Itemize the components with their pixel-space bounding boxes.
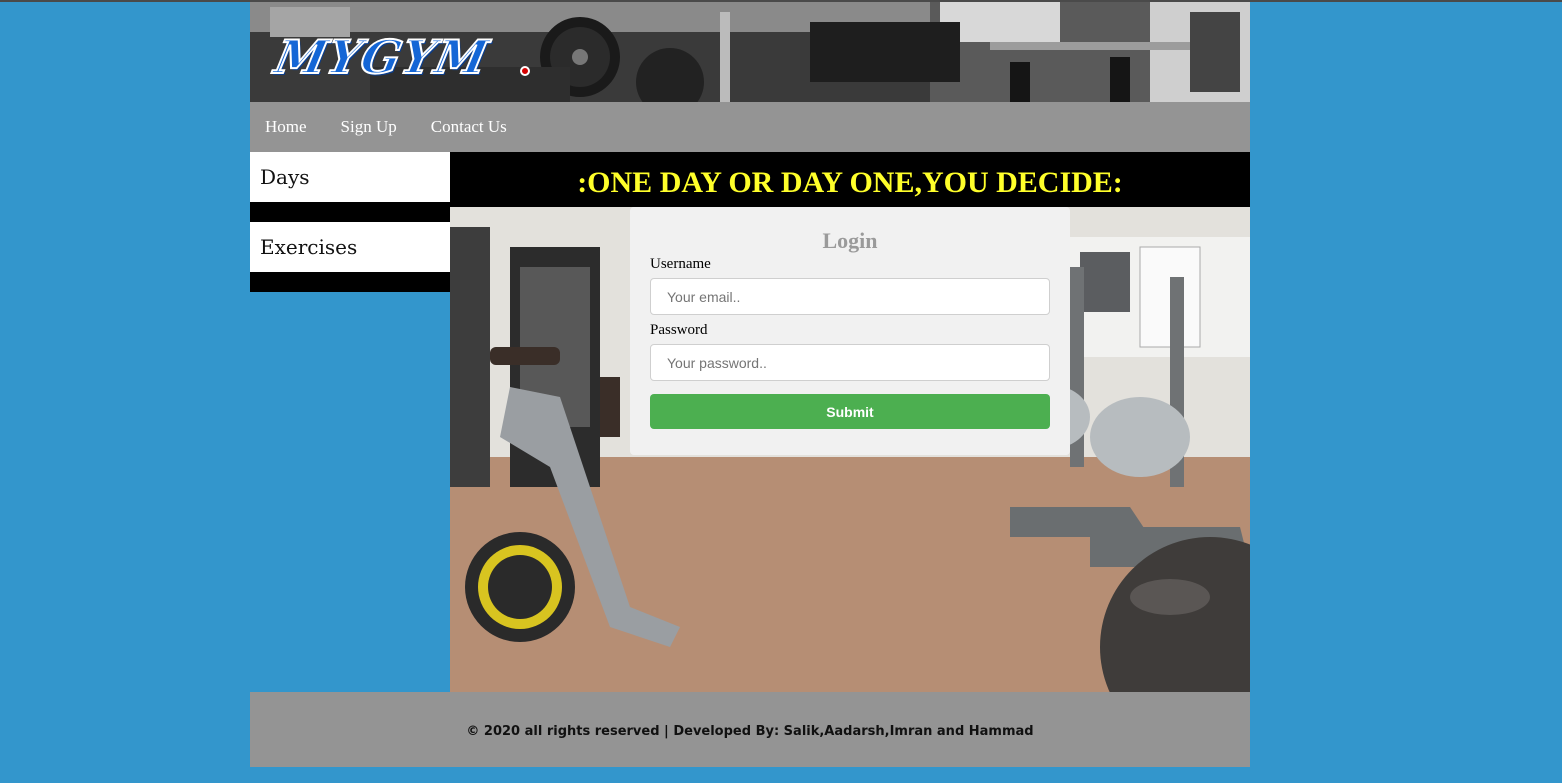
footer-copyright-text: © 2020 all rights reserved | Developed B…: [466, 723, 1034, 739]
top-nav: Home Sign Up Contact Us: [250, 102, 1250, 152]
nav-sign-up-link[interactable]: Sign Up: [341, 117, 397, 137]
footer: © 2020 all rights reserved | Developed B…: [250, 692, 1250, 767]
sidebar-item-days[interactable]: Days: [250, 152, 450, 202]
password-label: Password: [650, 322, 708, 338]
username-input[interactable]: [650, 278, 1050, 315]
submit-button[interactable]: Submit: [650, 394, 1050, 429]
main-content: :ONE DAY OR DAY ONE,YOU DECIDE: Login Us…: [450, 152, 1250, 692]
mygym-logo[interactable]: MYGYM: [269, 29, 494, 85]
sidebar-item-exercises[interactable]: Exercises: [250, 222, 450, 272]
site-container: MYGYM Home Sign Up Contact Us Days Exerc…: [250, 2, 1250, 767]
tagline-banner: :ONE DAY OR DAY ONE,YOU DECIDE:: [450, 152, 1250, 207]
logo-red-dot: [520, 66, 530, 76]
username-label: Username: [650, 256, 711, 272]
header-banner: MYGYM: [250, 2, 1250, 102]
nav-home-link[interactable]: Home: [265, 117, 307, 137]
password-input[interactable]: [650, 344, 1050, 381]
sidebar: Days Exercises: [250, 152, 450, 292]
nav-contact-us-link[interactable]: Contact Us: [431, 117, 507, 137]
login-card: Login Username Password Submit: [630, 207, 1070, 455]
login-title: Login: [822, 228, 878, 253]
